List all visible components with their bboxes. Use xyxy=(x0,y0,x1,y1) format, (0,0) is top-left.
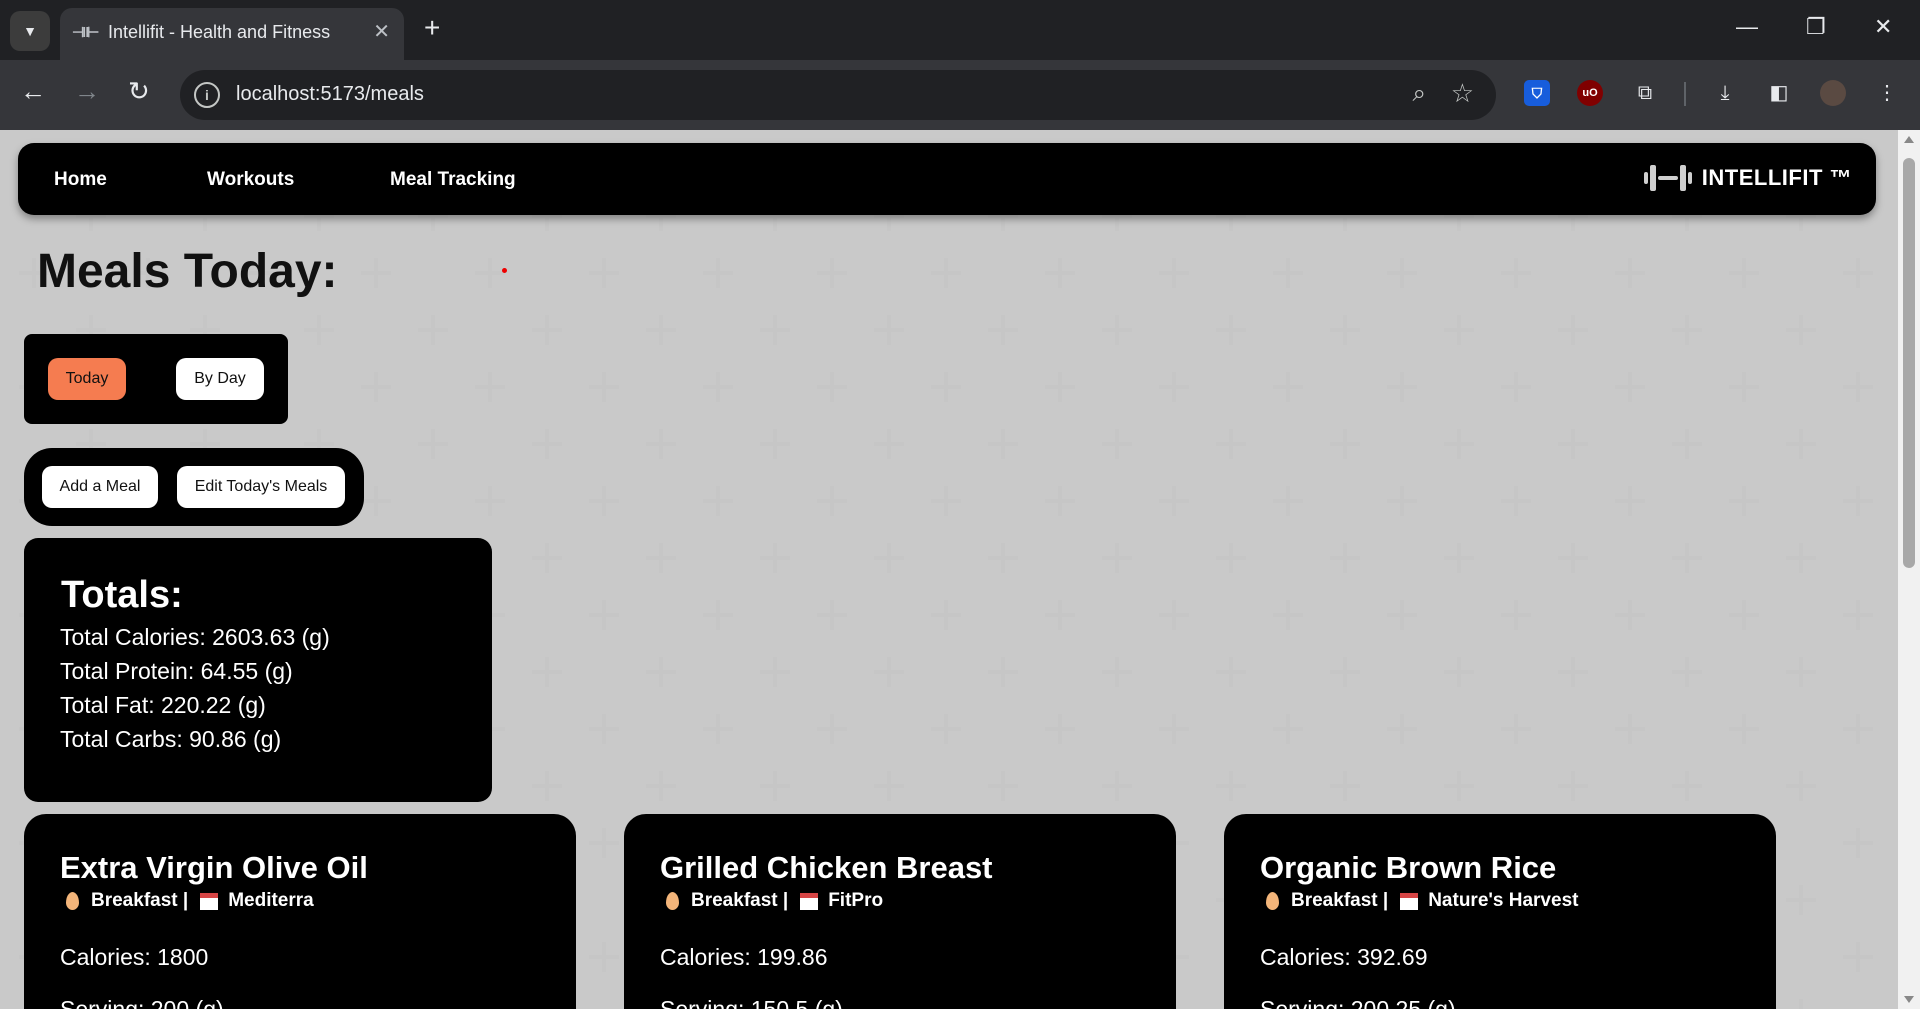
meal-brand: FitPro xyxy=(828,890,884,911)
egg-icon xyxy=(66,892,79,910)
scroll-down-arrow-icon[interactable] xyxy=(1904,996,1914,1003)
meal-calories: Calories: 392.69 xyxy=(1260,944,1428,970)
brand-name: INTELLIFIT ™ xyxy=(1701,165,1852,190)
total-calories: Total Calories: 2603.63 (g) xyxy=(60,624,330,650)
scrollbar-thumb[interactable] xyxy=(1903,158,1915,568)
zoom-magnifier-icon[interactable]: ⌕ xyxy=(1413,80,1426,108)
minimize-icon[interactable]: — xyxy=(1736,14,1758,40)
browser-tabstrip: ▼ ⊣‖⊢ Intellifit - Health and Fitness ✕ … xyxy=(0,0,1920,60)
extensions-puzzle-icon[interactable]: ⧉ xyxy=(1632,80,1658,106)
egg-icon xyxy=(1266,892,1279,910)
meal-card[interactable]: Organic Brown Rice Breakfast | Nature's … xyxy=(1224,814,1776,1009)
url-text[interactable]: localhost:5173/meals xyxy=(236,83,424,106)
nav-meal-tracking-link[interactable]: Meal Tracking xyxy=(390,169,516,191)
add-meal-button[interactable]: Add a Meal xyxy=(42,466,158,508)
main-navbar: Home Workouts Meal Tracking INTELLIFIT ™ xyxy=(18,143,1876,215)
calendar-icon xyxy=(1400,892,1419,910)
browser-tab[interactable]: ⊣‖⊢ Intellifit - Health and Fitness ✕ xyxy=(60,8,404,60)
meal-name: Grilled Chicken Breast xyxy=(660,850,993,885)
toolbar-separator xyxy=(1684,82,1686,106)
tab-title: Intellifit - Health and Fitness xyxy=(108,22,331,42)
egg-icon xyxy=(666,892,679,910)
new-tab-plus-icon[interactable]: + xyxy=(424,14,440,42)
meal-calories: Calories: 1800 xyxy=(60,944,209,970)
meal-name: Extra Virgin Olive Oil xyxy=(60,850,368,885)
profile-avatar[interactable] xyxy=(1820,80,1846,106)
page-title: Meals Today: xyxy=(37,245,338,298)
bitwarden-shield-icon[interactable]: ⛉ xyxy=(1524,80,1550,106)
cursor-dot xyxy=(502,268,507,273)
calendar-icon xyxy=(200,892,219,910)
meal-type: Breakfast | xyxy=(91,890,189,911)
browser-toolbar: ← → ↻ i localhost:5173/meals ⌕ ☆ ⛉ uO ⧉ … xyxy=(0,60,1920,130)
today-button[interactable]: Today xyxy=(48,358,126,400)
totals-panel: Totals: Total Calories: 2603.63 (g) Tota… xyxy=(24,538,492,802)
brand-logo[interactable]: INTELLIFIT ™ xyxy=(1643,163,1852,193)
nav-workouts-link[interactable]: Workouts xyxy=(207,169,294,191)
side-panel-icon[interactable]: ◧ xyxy=(1766,80,1792,106)
nav-home-link[interactable]: Home xyxy=(54,169,107,191)
dumbbell-logo-icon xyxy=(1643,163,1692,193)
calendar-icon xyxy=(800,892,819,910)
meal-name: Organic Brown Rice xyxy=(1260,850,1557,885)
meal-meta: Breakfast | FitPro xyxy=(660,890,883,912)
meal-serving: Serving: 150.5 (g) xyxy=(660,996,843,1009)
dumbbell-favicon-icon: ⊣‖⊢ xyxy=(72,24,99,40)
scroll-up-arrow-icon[interactable] xyxy=(1904,136,1914,143)
meal-card[interactable]: Extra Virgin Olive Oil Breakfast | Medit… xyxy=(24,814,576,1009)
meal-card[interactable]: Grilled Chicken Breast Breakfast | FitPr… xyxy=(624,814,1176,1009)
downloads-icon[interactable]: ⤓ xyxy=(1712,80,1738,106)
reload-icon[interactable]: ↻ xyxy=(128,78,150,104)
meal-brand: Mediterra xyxy=(228,890,314,911)
meal-meta: Breakfast | Nature's Harvest xyxy=(1260,890,1578,912)
bookmark-star-icon[interactable]: ☆ xyxy=(1451,78,1474,109)
address-bar[interactable]: i localhost:5173/meals ⌕ ☆ xyxy=(180,70,1496,120)
meal-serving: Serving: 200.25 (g) xyxy=(1260,996,1456,1009)
back-arrow-icon[interactable]: ← xyxy=(20,78,46,104)
page-viewport: Home Workouts Meal Tracking INTELLIFIT ™… xyxy=(0,130,1898,1009)
view-toggle-group: Today By Day xyxy=(24,334,288,424)
meal-type: Breakfast | xyxy=(691,890,789,911)
meal-type: Breakfast | xyxy=(1291,890,1389,911)
page-scrollbar[interactable] xyxy=(1898,130,1920,1009)
meal-brand: Nature's Harvest xyxy=(1428,890,1579,911)
total-fat: Total Fat: 220.22 (g) xyxy=(60,692,266,718)
forward-arrow-icon[interactable]: → xyxy=(74,78,100,104)
total-carbs: Total Carbs: 90.86 (g) xyxy=(60,726,282,752)
menu-kebab-icon[interactable]: ⋮ xyxy=(1874,80,1900,106)
meal-serving: Serving: 200 (g) xyxy=(60,996,224,1009)
restore-icon[interactable]: ❐ xyxy=(1806,14,1826,40)
by-day-button[interactable]: By Day xyxy=(176,358,264,400)
totals-heading: Totals: xyxy=(61,574,183,616)
window-close-icon[interactable]: ✕ xyxy=(1874,14,1892,40)
tab-search-chevron-icon[interactable]: ▼ xyxy=(10,11,50,51)
meal-actions-group: Add a Meal Edit Today's Meals xyxy=(24,448,364,526)
ublock-icon[interactable]: uO xyxy=(1577,80,1603,106)
meal-meta: Breakfast | Mediterra xyxy=(60,890,314,912)
total-protein: Total Protein: 64.55 (g) xyxy=(60,658,293,684)
site-info-icon[interactable]: i xyxy=(194,82,220,108)
edit-todays-meals-button[interactable]: Edit Today's Meals xyxy=(177,466,345,508)
meal-calories: Calories: 199.86 xyxy=(660,944,828,970)
tab-close-icon[interactable]: ✕ xyxy=(373,19,390,44)
